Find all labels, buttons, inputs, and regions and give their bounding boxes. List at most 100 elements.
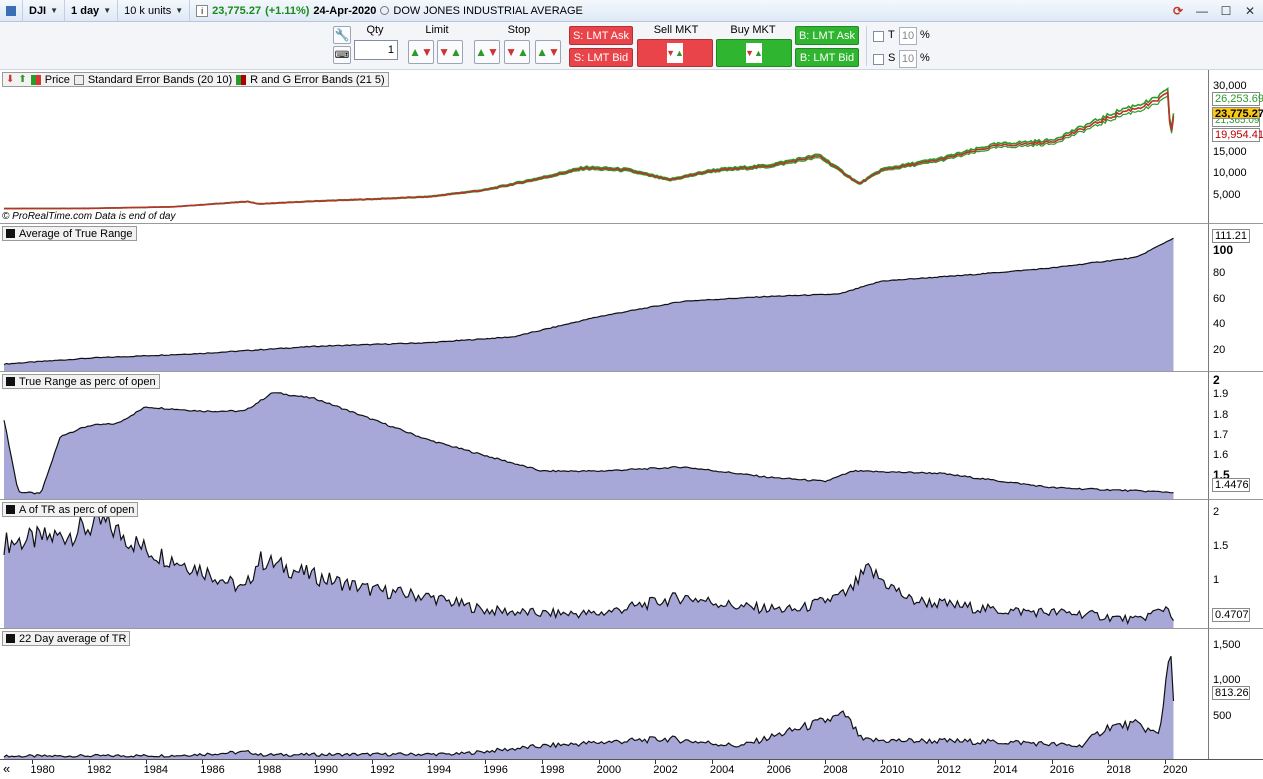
trp-panel[interactable]: True Range as perc of open xyxy=(0,372,1208,500)
avg22-swatch xyxy=(6,634,15,643)
price-swatch xyxy=(30,74,41,85)
minimize-button[interactable]: — xyxy=(1193,2,1211,19)
lower-band-line xyxy=(3,94,1175,210)
trp-title[interactable]: True Range as perc of open xyxy=(19,376,156,388)
quote-date: 24-Apr-2020 xyxy=(313,4,377,17)
stop-buy-button[interactable]: ▲ ▼ xyxy=(474,40,500,64)
x-tick-label: 1984 xyxy=(143,764,169,776)
close-button[interactable]: ✕ xyxy=(1241,2,1259,19)
app-icon-cell xyxy=(0,0,23,22)
instrument-name: DOW JONES INDUSTRIAL AVERAGE xyxy=(393,4,583,17)
x-tick-label: 2014 xyxy=(993,764,1018,776)
target-label: T xyxy=(888,29,895,41)
buy-limit-bid-button[interactable]: B: LMT Bid xyxy=(795,48,859,67)
target-checkbox[interactable] xyxy=(873,31,884,42)
atr-title[interactable]: Average of True Range xyxy=(19,228,133,240)
atr-legend: Average of True Range xyxy=(2,226,137,241)
units-selector[interactable]: 10 k units ▼ xyxy=(118,0,191,22)
target-pct-label: % xyxy=(920,29,930,41)
keyboard-icon[interactable]: ⌨ xyxy=(333,46,351,64)
refresh-icon[interactable]: ⟳ xyxy=(1169,2,1187,19)
sell-limit-bid-button[interactable]: S: LMT Bid xyxy=(569,48,633,67)
price-legend-label[interactable]: Price xyxy=(45,74,70,86)
rg-legend-label[interactable]: R and G Error Bands (21 5) xyxy=(250,74,385,86)
chart-area: ⬇ ⬆ Price Standard Error Bands (20 10) R… xyxy=(0,70,1263,779)
chevron-down-icon: ▼ xyxy=(50,6,59,15)
buy-limit-ask-button[interactable]: B: LMT Ask xyxy=(795,26,859,45)
price-tick: 30,000 xyxy=(1213,80,1247,92)
x-tick-label: 2006 xyxy=(766,764,792,776)
avg22-legend: 22 Day average of TR xyxy=(2,631,131,646)
x-tick-label: 2016 xyxy=(1049,764,1075,776)
price-chart xyxy=(3,87,1175,210)
scroll-left-icon[interactable]: « xyxy=(3,761,10,776)
timeframe-selector[interactable]: 1 day ▼ xyxy=(65,0,119,22)
buy-arrows-icon: ▼ ▲ xyxy=(745,43,763,63)
atrp-value: 0.4707 xyxy=(1212,608,1250,622)
upper-band-value: 26,253.69 xyxy=(1212,92,1263,106)
quote-info: i 23,775.27 (+1.11%) 24-Apr-2020 DOW JON… xyxy=(190,0,589,22)
atr-axis[interactable]: 100 80 60 40 20 111.21 xyxy=(1208,224,1263,372)
seb-legend-label[interactable]: Standard Error Bands (20 10) xyxy=(88,74,232,86)
restore-button[interactable]: ☐ xyxy=(1217,2,1235,19)
stop-input[interactable]: 10 xyxy=(899,50,917,68)
x-tick-label: 2008 xyxy=(823,764,848,776)
trp-tick: 1.6 xyxy=(1213,449,1229,461)
sell-arrows-icon: ▼ ▲ xyxy=(666,43,684,63)
atrp-panel[interactable]: A of TR as perc of open xyxy=(0,500,1208,629)
x-tick-label: 1982 xyxy=(86,764,112,776)
x-tick-label: 1980 xyxy=(30,764,55,776)
trp-tick: 2 xyxy=(1213,373,1220,387)
time-axis[interactable]: « 1980 1982 1984 1986 1988 1990 1992 1994 1996 19… xyxy=(0,759,1263,779)
atrp-tick: 1 xyxy=(1213,574,1220,586)
target-input[interactable]: 10 xyxy=(899,27,917,45)
avg22-tick: 1,500 xyxy=(1213,639,1241,651)
atr-chart xyxy=(3,237,1174,371)
units-label: 10 k units xyxy=(124,4,172,17)
stop-bracket-button[interactable]: ▲ ▼ xyxy=(535,40,561,64)
info-icon[interactable]: i xyxy=(196,4,209,17)
atrp-swatch xyxy=(6,505,15,514)
price-panel[interactable]: ⬇ ⬆ Price Standard Error Bands (20 10) R… xyxy=(0,70,1208,224)
x-tick-label: 2010 xyxy=(879,764,905,776)
stop-sell-button[interactable]: ▼ ▲ xyxy=(504,40,530,64)
symbol-selector[interactable]: DJI ▼ xyxy=(23,0,66,22)
x-tick-label: 1986 xyxy=(200,764,225,776)
limit-buy-button[interactable]: ▲ ▼ xyxy=(408,40,434,64)
avg22-panel[interactable]: 22 Day average of TR xyxy=(0,629,1208,759)
price-tick: 5,000 xyxy=(1213,189,1241,201)
limit-sell-button[interactable]: ▼ ▲ xyxy=(437,40,463,64)
qty-label: Qty xyxy=(366,24,384,36)
atrp-axis[interactable]: 2 1.5 1 0.4707 xyxy=(1208,500,1263,629)
buy-market-button[interactable]: ▼ ▲ xyxy=(716,39,792,67)
sell-market-button[interactable]: ▼ ▲ xyxy=(637,39,713,67)
sell-mkt-label: Sell MKT xyxy=(653,24,699,36)
rg-swatch xyxy=(236,74,247,85)
atr-panel[interactable]: Average of True Range xyxy=(0,224,1208,372)
title-bar: DJI ▼ 1 day ▼ 10 k units ▼ i 23,775.27 (… xyxy=(0,0,1263,22)
order-toolbar: 🔧 ⌨ Qty 1 Limit ▲ ▼ ▼ ▲ Stop ▲ ▼ ▼ ▲ ▲ ▼ S: L… xyxy=(0,22,1263,70)
atr-swatch xyxy=(6,229,15,238)
trp-legend: True Range as perc of open xyxy=(2,374,160,389)
price-legend: ⬇ ⬆ Price Standard Error Bands (20 10) R… xyxy=(2,72,389,87)
avg22-title[interactable]: 22 Day average of TR xyxy=(19,633,126,645)
expand-up-icon[interactable]: ⬆ xyxy=(18,74,26,85)
atrp-title[interactable]: A of TR as perc of open xyxy=(19,504,134,516)
collapse-down-icon[interactable]: ⬇ xyxy=(6,74,14,85)
stop-s-label: S xyxy=(888,52,896,64)
trp-axis[interactable]: 2 1.9 1.8 1.7 1.6 1.5 1.4476 xyxy=(1208,372,1263,500)
price-change: (+1.11%) xyxy=(265,4,310,17)
stop-label: Stop xyxy=(507,24,531,36)
avg22-axis[interactable]: 1,500 1,000 500 813.26 xyxy=(1208,629,1263,759)
x-tick-label: 2002 xyxy=(653,764,678,776)
x-tick-label: 2020 xyxy=(1163,764,1188,776)
price-axis[interactable]: 30,000 15,000 10,000 5,000 26,253.69 23,… xyxy=(1208,70,1263,224)
sell-limit-ask-button[interactable]: S: LMT Ask xyxy=(569,26,633,45)
trp-fill xyxy=(4,392,1174,499)
x-tick-label: 1998 xyxy=(540,764,565,776)
chevron-down-icon: ▼ xyxy=(175,6,184,15)
stop-pct-label: % xyxy=(920,52,930,64)
stop-checkbox[interactable] xyxy=(873,54,884,65)
wrench-icon[interactable]: 🔧 xyxy=(333,26,351,44)
quantity-input[interactable]: 1 xyxy=(354,40,398,60)
